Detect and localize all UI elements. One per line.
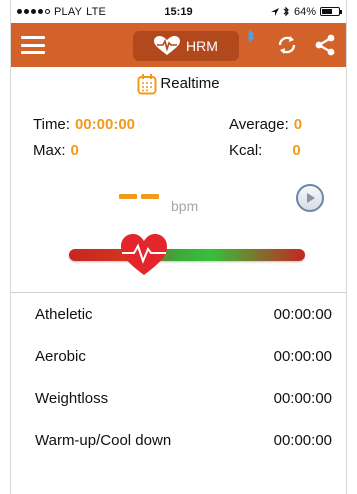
- play-icon: [307, 193, 315, 203]
- network-label: LTE: [86, 5, 107, 18]
- heart-rate-bar: [69, 249, 305, 261]
- calendar-icon: [137, 73, 157, 94]
- location-arrow-icon: [270, 7, 279, 16]
- bpm-display: bpm: [11, 164, 346, 236]
- zone-row-aerobic[interactable]: Aerobic 00:00:00: [35, 335, 336, 377]
- battery-icon: [320, 7, 342, 16]
- zone-name: Weightloss: [35, 389, 109, 407]
- bpm-placeholder-dash: [141, 194, 159, 199]
- max-label: Max:: [33, 142, 66, 159]
- bpm-unit-label: bpm: [171, 198, 199, 214]
- heart-rate-zones-list: Atheletic 00:00:00 Aerobic 00:00:00 Weig…: [11, 293, 346, 461]
- time-value: 00:00:00: [74, 116, 135, 133]
- zone-time: 00:00:00: [273, 389, 332, 407]
- menu-icon[interactable]: [21, 36, 45, 54]
- max-value: 0: [70, 142, 79, 159]
- bluetooth-status-icon: [283, 6, 289, 17]
- zone-time: 00:00:00: [273, 305, 332, 323]
- share-icon[interactable]: [314, 34, 336, 56]
- signal-icon: [17, 9, 50, 14]
- zone-row-atheletic[interactable]: Atheletic 00:00:00: [35, 293, 336, 335]
- realtime-label: Realtime: [160, 75, 220, 92]
- header-title: HRM: [186, 38, 218, 54]
- heart-rate-gauge: [11, 234, 346, 286]
- heart-pulse-icon: [154, 36, 181, 55]
- status-bar: PLAY LTE 15:19 64%: [11, 0, 346, 23]
- zone-row-weightloss[interactable]: Weightloss 00:00:00: [35, 377, 336, 419]
- zone-name: Warm-up/Cool down: [35, 431, 172, 449]
- time-stat: Time: 00:00:00: [33, 116, 135, 133]
- max-stat: Max: 0: [33, 142, 79, 159]
- kcal-label: Kcal:: [229, 142, 263, 159]
- zone-time: 00:00:00: [273, 347, 332, 365]
- time-label: Time:: [33, 116, 70, 133]
- zone-name: Aerobic: [35, 347, 86, 365]
- kcal-value: 0: [292, 142, 301, 159]
- play-button[interactable]: [296, 184, 324, 212]
- app-screen: PLAY LTE 15:19 64% HRM Realtime Time: 00…: [10, 0, 347, 494]
- zone-name: Atheletic: [35, 305, 93, 323]
- navigation-bar: HRM: [11, 23, 346, 67]
- carrier-label: PLAY: [54, 5, 83, 18]
- bluetooth-icon: [247, 29, 255, 43]
- zone-row-warmup-cooldown[interactable]: Warm-up/Cool down 00:00:00: [35, 419, 336, 461]
- stats-panel: Time: 00:00:00 Average: 0 Max: 0 Kcal: 0: [11, 100, 346, 164]
- realtime-header: Realtime: [11, 67, 346, 100]
- kcal-stat: Kcal: 0: [229, 142, 301, 159]
- average-label: Average:: [229, 116, 289, 133]
- zone-time: 00:00:00: [273, 431, 332, 449]
- average-value: 0: [293, 116, 303, 133]
- sync-icon[interactable]: [276, 34, 298, 56]
- battery-percent: 64%: [293, 5, 316, 18]
- average-stat: Average: 0: [229, 116, 302, 133]
- heart-rate-icon: [121, 234, 167, 275]
- hrm-mode-button[interactable]: HRM: [133, 31, 239, 61]
- bpm-placeholder-dash: [119, 194, 137, 199]
